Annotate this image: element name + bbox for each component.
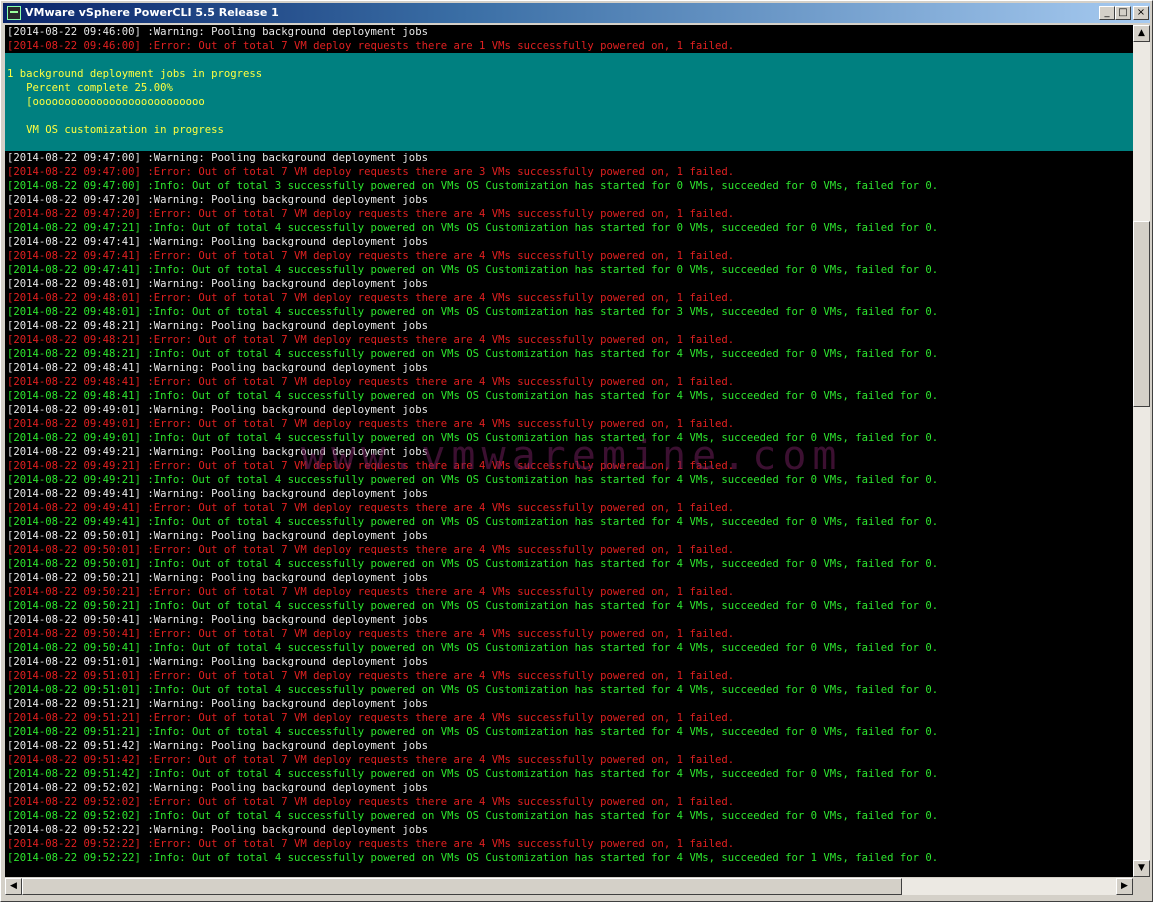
log-line-info: [2014-08-22 09:50:21] :Info: Out of tota… — [7, 600, 939, 612]
powercli-app-icon[interactable] — [7, 6, 21, 20]
scroll-left-button[interactable]: ◀ — [5, 878, 22, 895]
log-line-err: [2014-08-22 09:49:21] :Error: Out of tot… — [7, 460, 735, 472]
console-pre-lines: [2014-08-22 09:46:00] :Warning: Pooling … — [5, 25, 1133, 53]
log-line-err: [2014-08-22 09:52:22] :Error: Out of tot… — [7, 838, 735, 850]
log-line-info: [2014-08-22 09:51:01] :Info: Out of tota… — [7, 684, 939, 696]
log-line-warn: [2014-08-22 09:48:01] :Warning: Pooling … — [7, 278, 428, 290]
title-bar[interactable]: VMware vSphere PowerCLI 5.5 Release 1 _ … — [3, 3, 1150, 23]
log-line-warn: [2014-08-22 09:52:22] :Warning: Pooling … — [7, 824, 428, 836]
horizontal-scroll-thumb[interactable] — [22, 878, 902, 895]
log-line-warn: [2014-08-22 09:49:01] :Warning: Pooling … — [7, 404, 428, 416]
vertical-scrollbar[interactable]: ▲ ▼ — [1133, 25, 1150, 877]
progress-panel: 1 background deployment jobs in progress… — [5, 53, 1133, 151]
log-line-info: [2014-08-22 09:47:41] :Info: Out of tota… — [7, 264, 939, 276]
log-line-err: [2014-08-22 09:47:41] :Error: Out of tot… — [7, 250, 735, 262]
progress-line: VM OS customization in progress — [7, 124, 224, 136]
log-line-info: [2014-08-22 09:50:01] :Info: Out of tota… — [7, 558, 939, 570]
log-line-err: [2014-08-22 09:51:42] :Error: Out of tot… — [7, 754, 735, 766]
log-line-info: [2014-08-22 09:52:22] :Info: Out of tota… — [7, 852, 939, 864]
log-line-info: [2014-08-22 09:47:21] :Info: Out of tota… — [7, 222, 939, 234]
log-line-err: [2014-08-22 09:50:01] :Error: Out of tot… — [7, 544, 735, 556]
log-line-info: [2014-08-22 09:49:41] :Info: Out of tota… — [7, 516, 939, 528]
console-output[interactable]: [2014-08-22 09:46:00] :Warning: Pooling … — [5, 25, 1133, 877]
scroll-down-button[interactable]: ▼ — [1133, 860, 1150, 877]
log-line-err: [2014-08-22 09:49:01] :Error: Out of tot… — [7, 418, 735, 430]
log-line-warn: [2014-08-22 09:47:41] :Warning: Pooling … — [7, 236, 428, 248]
horizontal-scrollbar[interactable]: ◀ ▶ — [5, 878, 1133, 895]
log-line-warn: [2014-08-22 09:49:21] :Warning: Pooling … — [7, 446, 428, 458]
log-line-err: [2014-08-22 09:49:41] :Error: Out of tot… — [7, 502, 735, 514]
log-line-info: [2014-08-22 09:47:00] :Info: Out of tota… — [7, 180, 939, 192]
minimize-button[interactable]: _ — [1099, 6, 1115, 20]
scroll-right-button[interactable]: ▶ — [1116, 878, 1133, 895]
log-line-info: [2014-08-22 09:51:21] :Info: Out of tota… — [7, 726, 939, 738]
log-line-err: [2014-08-22 09:48:01] :Error: Out of tot… — [7, 292, 735, 304]
window-title: VMware vSphere PowerCLI 5.5 Release 1 — [25, 6, 279, 19]
log-line-warn: [2014-08-22 09:48:41] :Warning: Pooling … — [7, 362, 428, 374]
log-line-warn: [2014-08-22 09:49:41] :Warning: Pooling … — [7, 488, 428, 500]
log-line-info: [2014-08-22 09:48:21] :Info: Out of tota… — [7, 348, 939, 360]
log-line-info: [2014-08-22 09:49:01] :Info: Out of tota… — [7, 432, 939, 444]
log-line-info: [2014-08-22 09:52:02] :Info: Out of tota… — [7, 810, 939, 822]
log-line-err: [2014-08-22 09:48:21] :Error: Out of tot… — [7, 334, 735, 346]
progress-line — [5, 109, 1133, 123]
progress-line: [ooooooooooooooooooooooooooo — [7, 96, 205, 108]
log-line-info: [2014-08-22 09:48:41] :Info: Out of tota… — [7, 390, 939, 402]
close-button[interactable]: × — [1133, 6, 1149, 20]
log-line-err: [2014-08-22 09:50:21] :Error: Out of tot… — [7, 586, 735, 598]
log-line-warn: [2014-08-22 09:48:21] :Warning: Pooling … — [7, 320, 428, 332]
scrollbar-corner — [1133, 878, 1150, 895]
console-log-lines: [2014-08-22 09:47:00] :Warning: Pooling … — [5, 151, 1133, 865]
log-line-warn: [2014-08-22 09:47:00] :Warning: Pooling … — [7, 152, 428, 164]
log-line-err: [2014-08-22 09:52:02] :Error: Out of tot… — [7, 796, 735, 808]
log-line-err: [2014-08-22 09:47:00] :Error: Out of tot… — [7, 166, 735, 178]
progress-line: 1 background deployment jobs in progress — [7, 68, 263, 80]
log-line-warn: [2014-08-22 09:51:21] :Warning: Pooling … — [7, 698, 428, 710]
progress-line: Percent complete 25.00% — [7, 82, 173, 94]
log-line-err: [2014-08-22 09:51:01] :Error: Out of tot… — [7, 670, 735, 682]
log-line-err: [2014-08-22 09:47:20] :Error: Out of tot… — [7, 208, 735, 220]
log-line-info: [2014-08-22 09:50:41] :Info: Out of tota… — [7, 642, 939, 654]
log-line-warn: [2014-08-22 09:50:01] :Warning: Pooling … — [7, 530, 428, 542]
log-line-warn: [2014-08-22 09:51:42] :Warning: Pooling … — [7, 740, 428, 752]
maximize-button[interactable]: □ — [1115, 6, 1131, 20]
log-line-warn: [2014-08-22 09:51:01] :Warning: Pooling … — [7, 656, 428, 668]
log-line-warn: [2014-08-22 09:50:21] :Warning: Pooling … — [7, 572, 428, 584]
log-line-err: [2014-08-22 09:50:41] :Error: Out of tot… — [7, 628, 735, 640]
log-line-warn: [2014-08-22 09:47:20] :Warning: Pooling … — [7, 194, 428, 206]
powercli-window: VMware vSphere PowerCLI 5.5 Release 1 _ … — [0, 0, 1153, 902]
log-line-info: [2014-08-22 09:48:01] :Info: Out of tota… — [7, 306, 939, 318]
vertical-scroll-thumb[interactable] — [1133, 221, 1150, 407]
log-line-info: [2014-08-22 09:49:21] :Info: Out of tota… — [7, 474, 939, 486]
log-line-info: [2014-08-22 09:51:42] :Info: Out of tota… — [7, 768, 939, 780]
log-line-warn: [2014-08-22 09:52:02] :Warning: Pooling … — [7, 782, 428, 794]
log-line-warn: [2014-08-22 09:46:00] :Warning: Pooling … — [7, 26, 428, 38]
log-line-err: [2014-08-22 09:46:00] :Error: Out of tot… — [7, 40, 735, 52]
log-line-err: [2014-08-22 09:48:41] :Error: Out of tot… — [7, 376, 735, 388]
log-line-warn: [2014-08-22 09:50:41] :Warning: Pooling … — [7, 614, 428, 626]
scroll-up-button[interactable]: ▲ — [1133, 25, 1150, 42]
log-line-err: [2014-08-22 09:51:21] :Error: Out of tot… — [7, 712, 735, 724]
